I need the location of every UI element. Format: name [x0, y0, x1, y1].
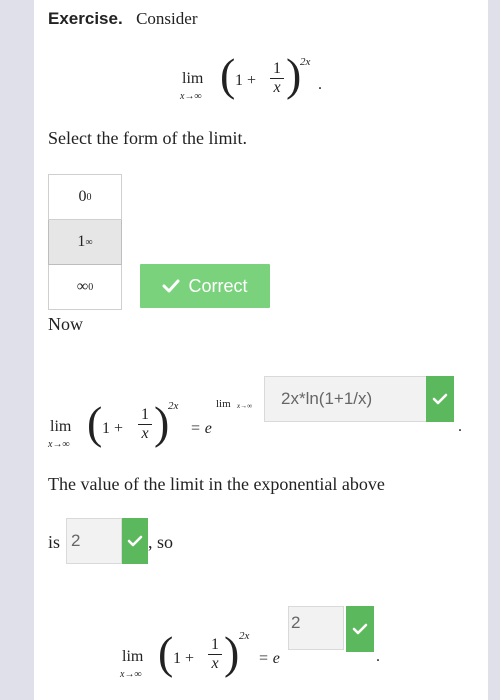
choice-exp: 0 — [86, 191, 92, 203]
left-paren: ( — [158, 627, 174, 678]
fraction-numerator: 1 — [208, 636, 222, 655]
fraction-denominator: x — [211, 655, 219, 672]
exercise-panel: Exercise. Consider lim x→∞ ( 1 + 1 x ) 2… — [34, 0, 488, 700]
answer-input-3[interactable]: 2 — [288, 606, 344, 650]
exercise-heading-bold: Exercise. — [48, 9, 123, 28]
value-sentence: The value of the limit in the exponentia… — [48, 474, 385, 494]
fraction: 1 x — [270, 60, 284, 97]
question-prompt: Select the form of the limit. — [48, 128, 247, 148]
left-paren: ( — [220, 49, 236, 100]
choice-base: 1 — [77, 233, 86, 250]
answer-1-check — [426, 376, 454, 422]
choice-inf-pow-0[interactable]: ∞ 0 — [48, 265, 122, 310]
now-label: Now — [48, 314, 83, 334]
equals-e: = e — [190, 420, 212, 437]
choice-exp: ∞ — [85, 236, 93, 248]
choice-base: 0 — [78, 188, 87, 205]
exp-lim-label: lim — [216, 398, 231, 410]
answer-input-2[interactable]: 2 — [66, 518, 122, 564]
fraction: 1 x — [208, 636, 222, 673]
lim-subscript: x→∞ — [48, 439, 70, 450]
correct-label: Correct — [188, 275, 248, 296]
left-paren: ( — [87, 397, 103, 448]
choice-base: ∞ — [76, 278, 89, 295]
exponent: 2x — [300, 56, 311, 68]
answer-input-3-value: 2 — [291, 613, 301, 632]
choice-1-pow-inf[interactable]: 1 ∞ — [48, 220, 122, 265]
right-margin-bar — [488, 0, 500, 700]
is-label: is — [48, 532, 61, 552]
answer-input-1-value: 2x*ln(1+1/x) — [281, 389, 373, 408]
lim-subscript: x→∞ — [120, 669, 142, 680]
right-paren: ) — [224, 627, 240, 678]
so-label: , so — [148, 532, 174, 552]
expression-period: . — [376, 648, 380, 665]
correct-status-badge: Correct — [140, 264, 270, 308]
form-choices: 00 1 ∞ ∞ 0 — [48, 174, 122, 310]
lim-label: lim — [182, 70, 204, 87]
one-plus: 1 + — [235, 72, 257, 89]
exercise-heading: Exercise. Consider — [48, 9, 197, 29]
answer-input-1[interactable]: 2x*ln(1+1/x) — [264, 376, 442, 422]
expression-period: . — [318, 76, 322, 93]
one-plus: 1 + — [173, 650, 195, 667]
equals-e: = e — [258, 650, 280, 667]
fraction-numerator: 1 — [138, 406, 152, 425]
answer-2-check — [122, 518, 148, 564]
exponent: 2x — [239, 630, 250, 642]
fraction-denominator: x — [141, 425, 149, 442]
answer-3-check — [346, 606, 374, 652]
choice-exp: 0 — [88, 281, 94, 293]
exp-lim-subscript: x→∞ — [237, 402, 253, 410]
one-plus: 1 + — [102, 420, 124, 437]
lim-label: lim — [122, 648, 144, 665]
checkmark-icon — [352, 623, 368, 635]
exponent: 2x — [168, 400, 179, 412]
checkmark-icon — [127, 535, 143, 547]
lim-subscript: x→∞ — [180, 91, 202, 102]
left-margin-bar — [0, 0, 34, 700]
fraction-numerator: 1 — [270, 60, 284, 79]
fraction: 1 x — [138, 406, 152, 443]
lim-label: lim — [50, 418, 72, 435]
exercise-heading-text: Consider — [136, 9, 198, 28]
checkmark-icon — [162, 279, 180, 293]
checkmark-icon — [432, 393, 448, 405]
expression-period: . — [458, 418, 462, 435]
choice-0-pow-0[interactable]: 00 — [48, 174, 122, 220]
answer-input-2-value: 2 — [71, 531, 81, 550]
fraction-denominator: x — [273, 79, 281, 96]
